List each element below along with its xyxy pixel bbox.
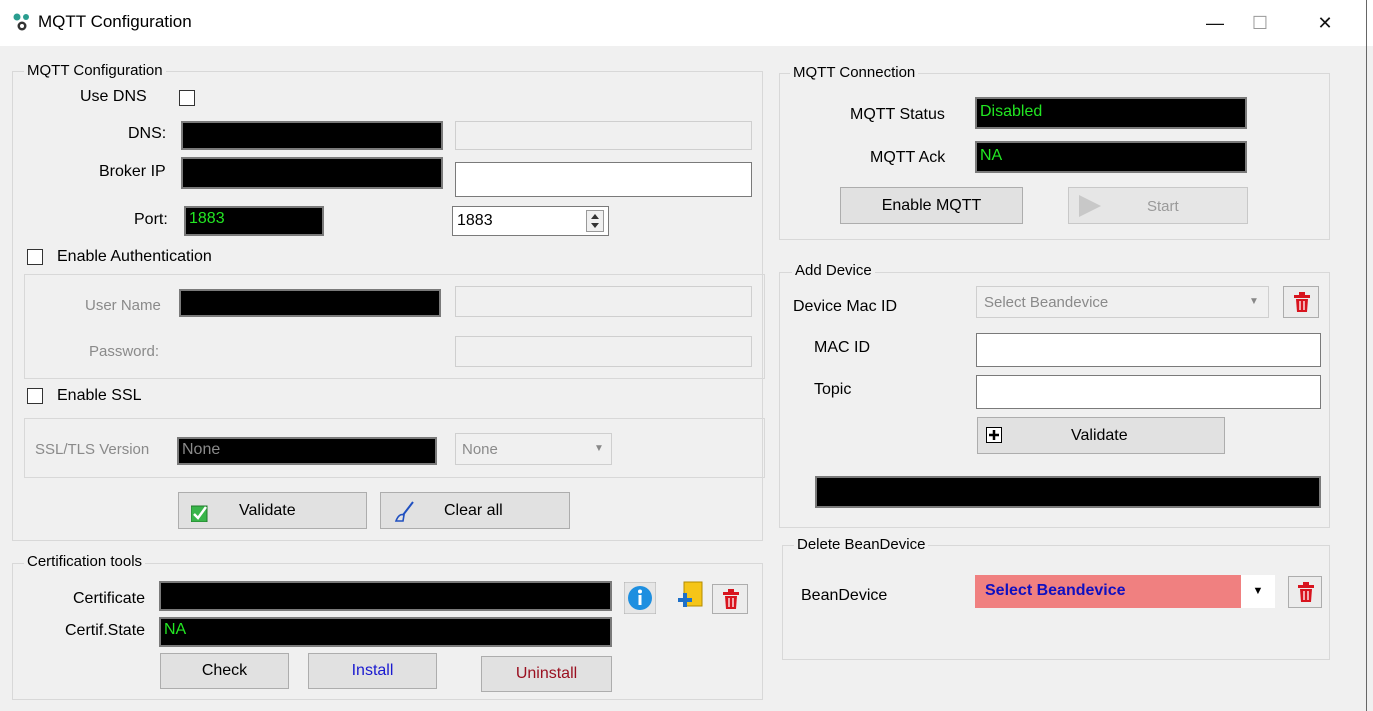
device-mac-id-select[interactable]: Select Beandevice ▼ <box>976 286 1269 318</box>
trash-icon <box>723 589 739 609</box>
enable-authentication-checkbox[interactable] <box>27 249 43 265</box>
chevron-down-icon: ▼ <box>1249 296 1259 307</box>
certification-tools-title: Certification tools <box>24 553 146 570</box>
ssl-version-label: SSL/TLS Version <box>35 441 150 458</box>
mqtt-ack-display: NA <box>975 141 1247 173</box>
add-device-validate-button[interactable]: Validate <box>977 417 1225 454</box>
user-name-input[interactable] <box>455 286 752 317</box>
certif-state-value: NA <box>164 621 187 638</box>
ssl-version-display: None <box>177 437 437 465</box>
beandevice-select[interactable]: Select Beandevice ▼ <box>975 575 1275 608</box>
certif-state-label: Certif.State <box>65 622 146 639</box>
port-stepper[interactable]: 1883 <box>452 206 609 236</box>
port-stepper-arrows[interactable] <box>586 210 604 232</box>
delete-beandevice-title: Delete BeanDevice <box>794 536 929 553</box>
dns-display <box>181 121 443 150</box>
broker-ip-label: Broker IP <box>99 163 166 180</box>
certif-state-display: NA <box>159 617 612 647</box>
use-dns-label: Use DNS <box>80 88 147 105</box>
title-bar: MQTT Configuration — ☐ ✕ <box>0 0 1373 46</box>
mqtt-status-value: Disabled <box>980 103 1043 120</box>
start-label: Start <box>1147 198 1179 215</box>
app-logo-icon <box>13 13 29 31</box>
mqtt-status-display: Disabled <box>975 97 1247 129</box>
beandevice-label: BeanDevice <box>801 587 888 604</box>
maximize-button[interactable]: ☐ <box>1237 6 1283 40</box>
user-name-label: User Name <box>85 297 161 314</box>
green-check-icon <box>191 505 208 522</box>
enable-authentication-label: Enable Authentication <box>57 248 212 265</box>
topic-label: Topic <box>814 381 852 398</box>
clear-all-label: Clear all <box>444 502 503 519</box>
info-icon[interactable] <box>624 582 656 614</box>
mac-id-input[interactable] <box>976 333 1321 367</box>
dns-label: DNS: <box>128 125 167 142</box>
port-stepper-value: 1883 <box>457 212 493 229</box>
install-button[interactable]: Install <box>308 653 437 689</box>
clear-all-button[interactable]: Clear all <box>380 492 570 529</box>
port-display-text: 1883 <box>189 210 225 227</box>
mqtt-configuration-title: MQTT Configuration <box>24 62 166 79</box>
spinner-arrows-icon <box>591 214 599 228</box>
password-label: Password: <box>89 343 160 360</box>
certificate-label: Certificate <box>73 590 146 607</box>
add-device-validate-label: Validate <box>1071 427 1128 444</box>
use-dns-checkbox[interactable] <box>179 90 195 106</box>
mqtt-connection-title: MQTT Connection <box>790 64 919 81</box>
delete-beandevice-button[interactable] <box>1288 576 1322 608</box>
device-mac-id-select-value: Select Beandevice <box>984 294 1109 311</box>
broker-ip-input[interactable] <box>455 162 752 197</box>
minimize-button[interactable]: — <box>1192 6 1238 40</box>
config-validate-button[interactable]: Validate <box>178 492 367 529</box>
start-button[interactable]: Start <box>1068 187 1248 224</box>
device-mac-id-label: Device Mac ID <box>793 298 898 315</box>
play-icon <box>1079 195 1101 217</box>
delete-mac-id-button[interactable] <box>1283 286 1319 318</box>
trash-icon <box>1294 292 1310 312</box>
ssl-version-select-value: None <box>462 441 498 458</box>
check-button[interactable]: Check <box>160 653 289 689</box>
mqtt-ack-label: MQTT Ack <box>870 149 946 166</box>
port-display: 1883 <box>184 206 324 236</box>
enable-mqtt-button[interactable]: Enable MQTT <box>840 187 1023 224</box>
mqtt-status-label: MQTT Status <box>850 106 945 123</box>
ssl-version-display-text: None <box>182 441 221 458</box>
enable-ssl-checkbox[interactable] <box>27 388 43 404</box>
add-device-title: Add Device <box>792 262 875 279</box>
beandevice-select-value: Select Beandevice <box>985 582 1126 599</box>
chevron-down-icon[interactable]: ▼ <box>1241 575 1275 608</box>
port-label: Port: <box>134 211 168 228</box>
mqtt-ack-value: NA <box>980 147 1003 164</box>
broom-icon <box>394 501 414 522</box>
add-device-output-display <box>815 476 1321 508</box>
password-input[interactable] <box>455 336 752 367</box>
dns-input[interactable] <box>455 121 752 150</box>
add-certificate-icon[interactable] <box>672 580 708 616</box>
trash-icon <box>1298 582 1314 602</box>
enable-ssl-label: Enable SSL <box>57 387 142 404</box>
broker-ip-display <box>181 157 443 189</box>
chevron-down-icon: ▼ <box>594 443 604 454</box>
mac-id-label: MAC ID <box>814 339 870 356</box>
window-border <box>1366 0 1367 711</box>
close-button[interactable]: ✕ <box>1302 6 1348 40</box>
uninstall-button[interactable]: Uninstall <box>481 656 612 692</box>
ssl-version-select[interactable]: None ▼ <box>455 433 612 465</box>
certificate-display <box>159 581 612 611</box>
topic-input[interactable] <box>976 375 1321 409</box>
user-name-display <box>179 289 441 317</box>
delete-certificate-button[interactable] <box>712 584 748 614</box>
window-title: MQTT Configuration <box>38 12 192 31</box>
config-validate-label: Validate <box>239 502 296 519</box>
plus-icon <box>986 427 1002 443</box>
